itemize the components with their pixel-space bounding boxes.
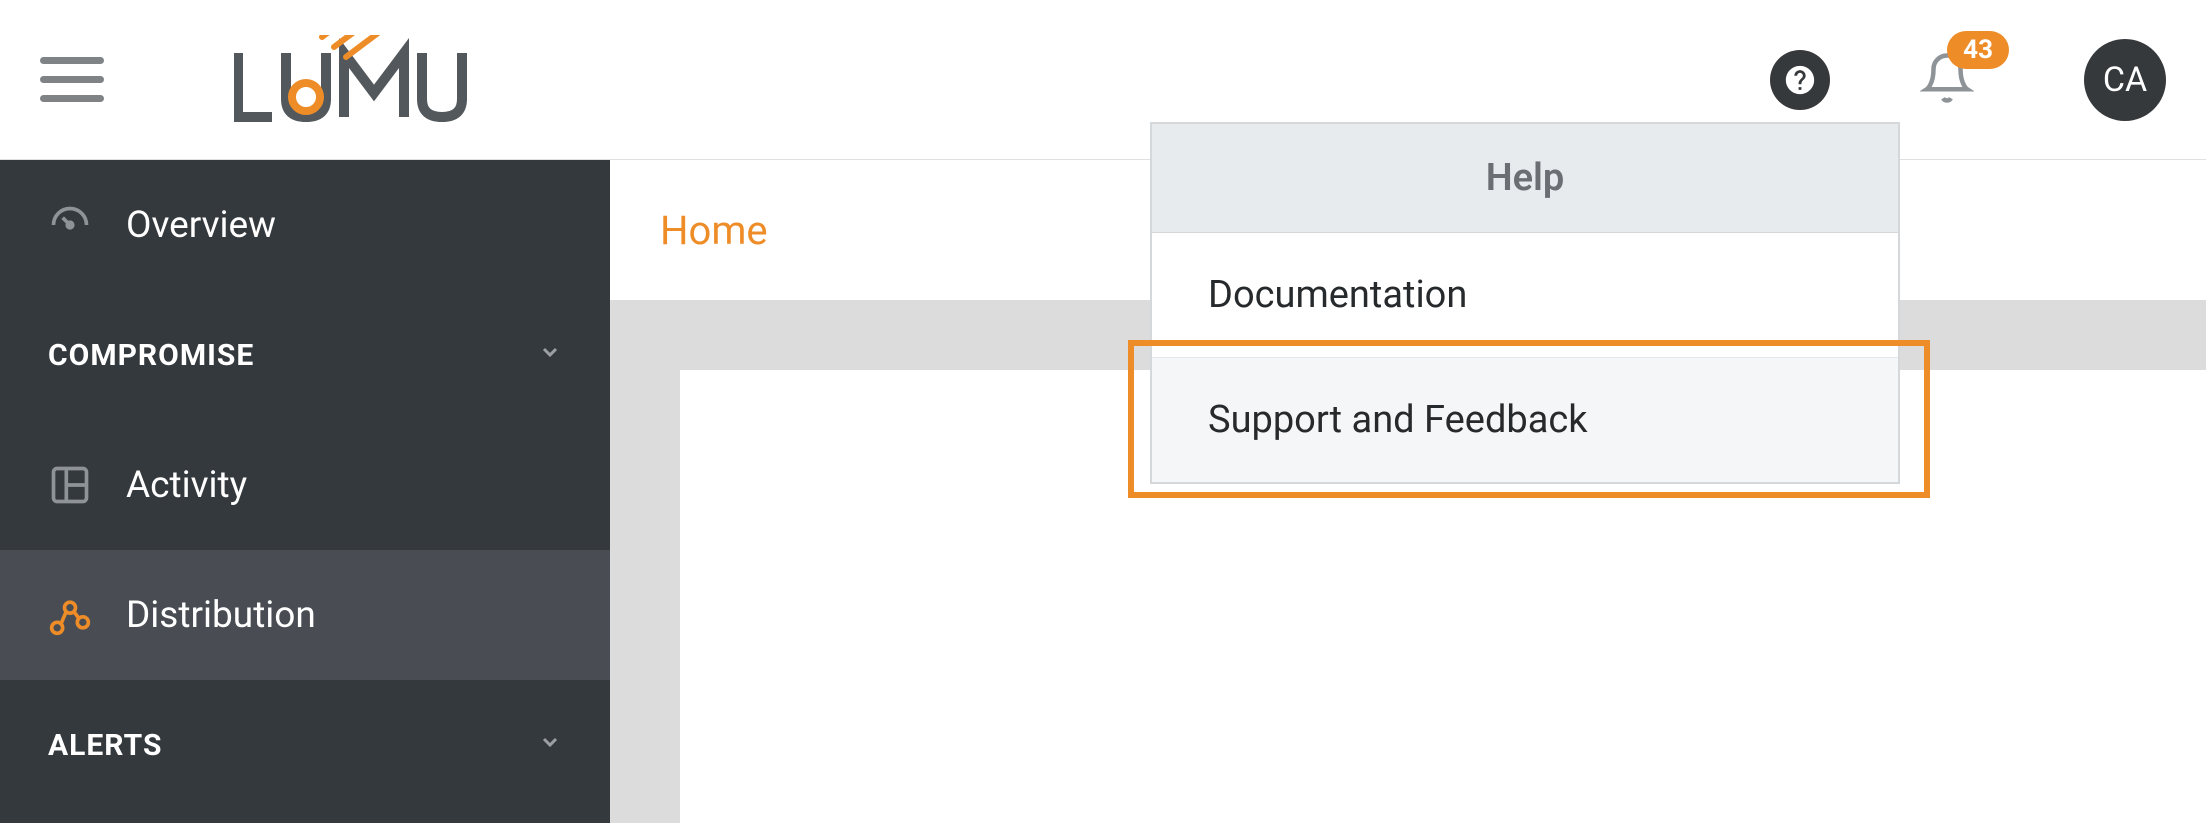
sidebar-item-label: Overview xyxy=(126,204,276,247)
sidebar-section-label: COMPROMISE xyxy=(48,338,254,373)
help-icon[interactable] xyxy=(1770,50,1830,110)
distribution-icon xyxy=(48,593,92,637)
sidebar-item-overview[interactable]: Overview xyxy=(0,160,610,290)
avatar[interactable]: CA xyxy=(2084,39,2166,121)
sidebar-item-label: Distribution xyxy=(126,594,316,637)
notifications-button[interactable]: 43 xyxy=(1920,49,1974,111)
help-menu-support-feedback[interactable]: Support and Feedback xyxy=(1152,358,1898,482)
sidebar-section-alerts[interactable]: ALERTS xyxy=(0,680,610,810)
sidebar-item-activity[interactable]: Activity xyxy=(0,420,610,550)
gauge-icon xyxy=(48,203,92,247)
notification-badge: 43 xyxy=(1947,31,2009,69)
sidebar-item-label: Activity xyxy=(126,464,247,507)
help-menu-documentation[interactable]: Documentation xyxy=(1152,233,1898,358)
topbar-right: 43 CA xyxy=(1770,39,2166,121)
sidebar-section-label: ALERTS xyxy=(48,728,162,763)
chevron-down-icon xyxy=(538,730,562,761)
logo[interactable] xyxy=(234,35,514,125)
chevron-down-icon xyxy=(538,340,562,371)
sidebar-section-compromise[interactable]: COMPROMISE xyxy=(0,290,610,420)
sidebar-item-distribution[interactable]: Distribution xyxy=(0,550,610,680)
layout-icon xyxy=(48,463,92,507)
hamburger-menu-icon[interactable] xyxy=(40,57,104,102)
help-menu-title: Help xyxy=(1152,124,1898,233)
sidebar: Overview COMPROMISE Activity Dist xyxy=(0,160,610,823)
breadcrumb-home[interactable]: Home xyxy=(660,207,768,254)
help-menu: Help Documentation Support and Feedback xyxy=(1150,122,1900,484)
